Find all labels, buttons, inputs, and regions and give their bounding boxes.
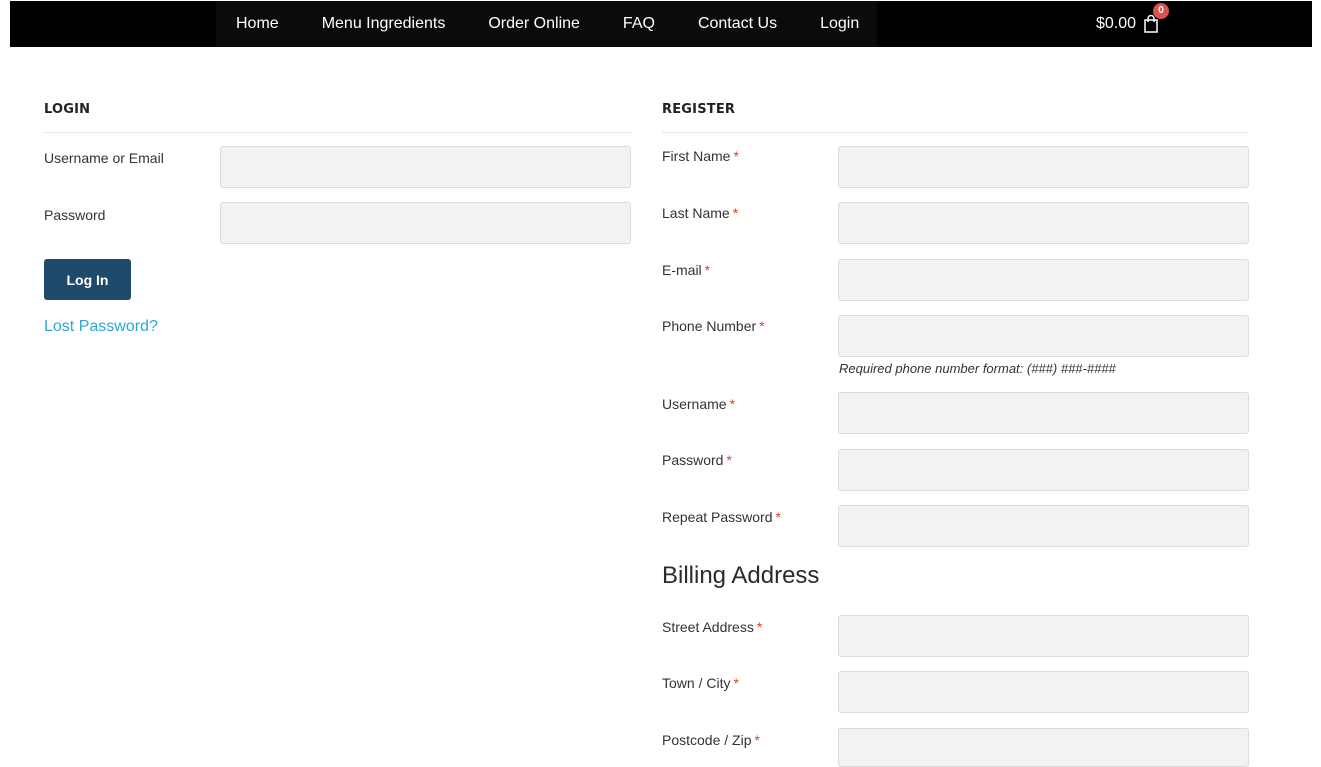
email-label: E-mail * bbox=[662, 262, 711, 278]
cart-count-badge: 0 bbox=[1153, 3, 1170, 19]
last-name-input[interactable] bbox=[838, 202, 1249, 244]
nav-item-home[interactable]: Home bbox=[236, 15, 279, 33]
repeat-password-input[interactable] bbox=[838, 505, 1249, 547]
required-marker: * bbox=[733, 148, 739, 164]
repeat-password-label: Repeat Password * bbox=[662, 509, 781, 525]
first-name-label: First Name * bbox=[662, 148, 739, 164]
register-heading: REGISTER bbox=[662, 102, 736, 117]
required-marker: * bbox=[775, 509, 781, 525]
nav-item-order-online[interactable]: Order Online bbox=[488, 15, 580, 33]
nav-item-login[interactable]: Login bbox=[820, 15, 859, 33]
first-name-input[interactable] bbox=[838, 146, 1249, 188]
cart-total: $0.00 bbox=[1096, 15, 1137, 32]
password-label: Password * bbox=[662, 452, 732, 468]
required-marker: * bbox=[756, 619, 763, 635]
cart-link[interactable]: $0.00 0 bbox=[1096, 1, 1170, 47]
street-address-input[interactable] bbox=[838, 615, 1249, 657]
lost-password-link[interactable]: Lost Password? bbox=[44, 318, 158, 336]
town-city-input[interactable] bbox=[838, 671, 1249, 713]
login-heading-divider bbox=[44, 132, 631, 133]
nav-item-menu-ingredients[interactable]: Menu Ingredients bbox=[322, 15, 446, 33]
login-username-label: Username or Email bbox=[44, 150, 164, 166]
required-marker: * bbox=[754, 732, 760, 748]
login-username-input[interactable] bbox=[220, 146, 631, 188]
postcode-input[interactable] bbox=[838, 728, 1249, 767]
required-marker: * bbox=[704, 262, 711, 278]
required-marker: * bbox=[759, 318, 765, 334]
required-marker: * bbox=[732, 205, 739, 221]
street-address-label: Street Address * bbox=[662, 619, 763, 635]
town-city-label: Town / City * bbox=[662, 675, 739, 691]
phone-number-label: Phone Number * bbox=[662, 318, 765, 334]
nav-item-faq[interactable]: FAQ bbox=[623, 15, 655, 33]
username-input[interactable] bbox=[838, 392, 1249, 434]
log-in-button[interactable]: Log In bbox=[44, 259, 131, 300]
phone-number-input[interactable] bbox=[838, 315, 1249, 357]
required-marker: * bbox=[733, 675, 739, 691]
required-marker: * bbox=[729, 396, 736, 412]
last-name-label: Last Name * bbox=[662, 205, 739, 221]
login-password-label: Password bbox=[44, 207, 106, 223]
username-label: Username * bbox=[662, 396, 736, 412]
top-navigation-bar: Home Menu Ingredients Order Online FAQ C… bbox=[10, 1, 1312, 47]
phone-format-hint: Required phone number format: (###) ###-… bbox=[839, 361, 1116, 376]
email-input[interactable] bbox=[838, 259, 1249, 301]
shopping-bag-icon: 0 bbox=[1143, 3, 1170, 34]
main-nav: Home Menu Ingredients Order Online FAQ C… bbox=[216, 1, 878, 47]
register-heading-divider bbox=[662, 132, 1249, 133]
postcode-label: Postcode / Zip * bbox=[662, 732, 760, 748]
nav-item-contact-us[interactable]: Contact Us bbox=[698, 15, 777, 33]
login-password-input[interactable] bbox=[220, 202, 631, 244]
password-input[interactable] bbox=[838, 449, 1249, 491]
required-marker: * bbox=[726, 452, 732, 468]
login-heading: LOGIN bbox=[44, 102, 91, 117]
billing-address-heading: Billing Address bbox=[662, 562, 820, 589]
